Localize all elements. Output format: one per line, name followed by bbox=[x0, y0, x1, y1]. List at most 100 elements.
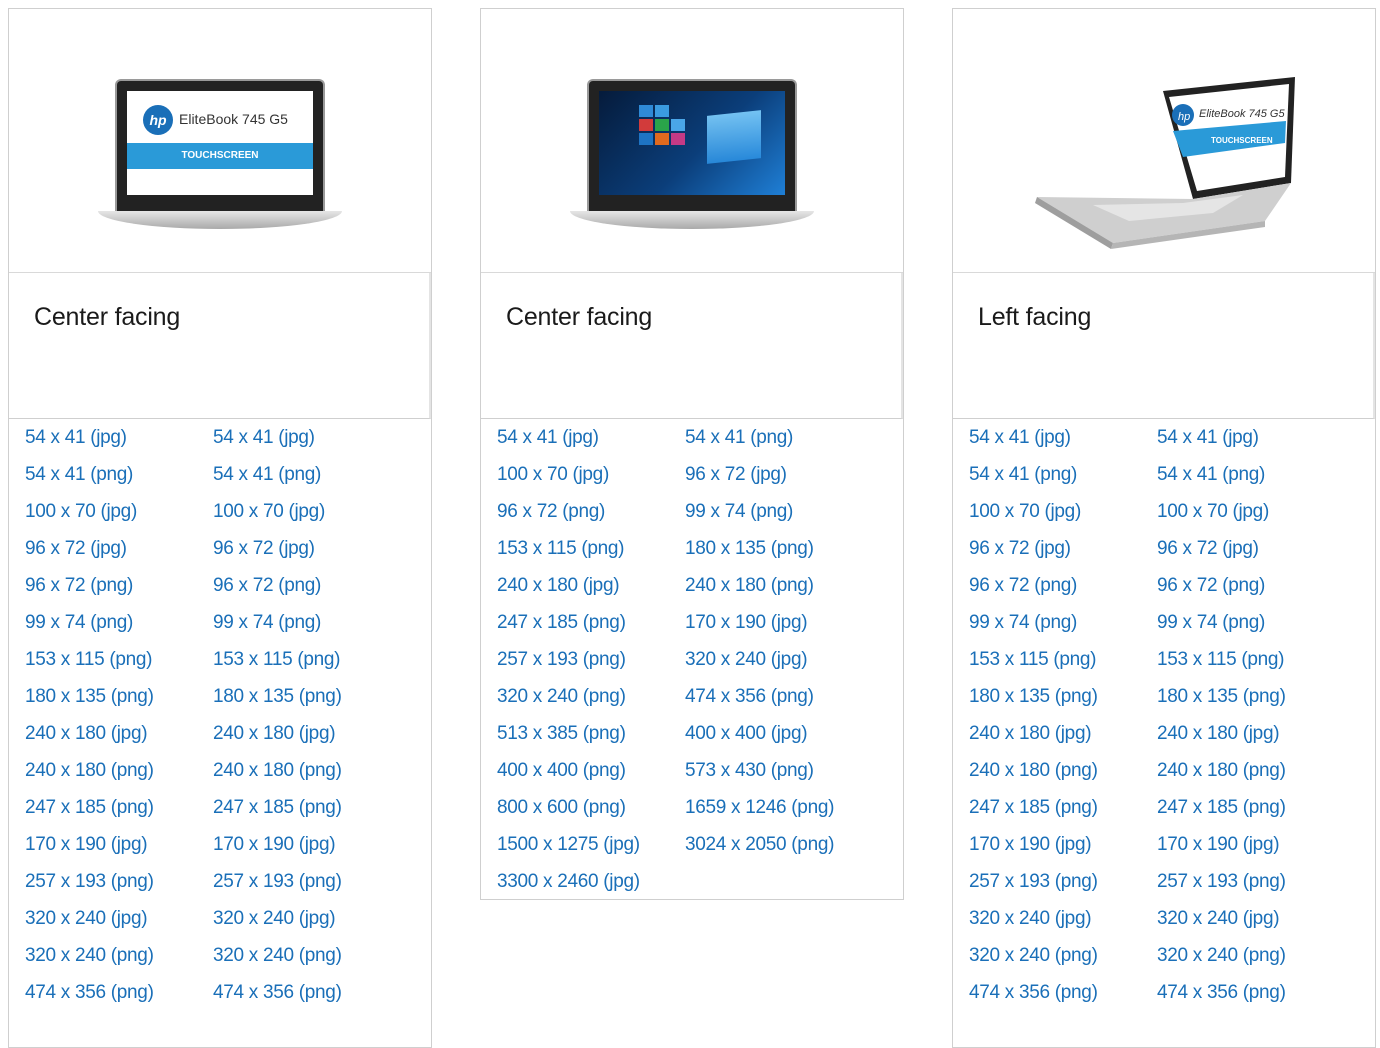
download-link[interactable]: 247 x 185 (png) bbox=[213, 797, 342, 819]
download-link[interactable]: 99 x 74 (png) bbox=[1157, 612, 1265, 634]
download-link[interactable]: 54 x 41 (png) bbox=[213, 464, 321, 486]
download-link[interactable]: 153 x 115 (png) bbox=[497, 538, 624, 560]
download-link[interactable]: 99 x 74 (png) bbox=[213, 612, 321, 634]
download-link[interactable]: 474 x 356 (png) bbox=[25, 982, 154, 1004]
caption-area: Center facing bbox=[481, 273, 903, 419]
hp-logo-icon: hp bbox=[143, 105, 173, 135]
caption-area: Center facing bbox=[9, 273, 431, 419]
download-link[interactable]: 240 x 180 (jpg) bbox=[213, 723, 336, 745]
download-link[interactable]: 96 x 72 (jpg) bbox=[685, 464, 787, 486]
download-link[interactable]: 180 x 135 (png) bbox=[685, 538, 814, 560]
download-link[interactable]: 257 x 193 (png) bbox=[213, 871, 342, 893]
download-link[interactable]: 54 x 41 (png) bbox=[25, 464, 133, 486]
download-link[interactable]: 474 x 356 (png) bbox=[969, 982, 1098, 1004]
download-link[interactable]: 320 x 240 (png) bbox=[25, 945, 154, 967]
download-link[interactable]: 54 x 41 (jpg) bbox=[1157, 427, 1259, 449]
download-link[interactable]: 240 x 180 (jpg) bbox=[25, 723, 148, 745]
download-link[interactable]: 170 x 190 (jpg) bbox=[213, 834, 336, 856]
download-link[interactable]: 180 x 135 (png) bbox=[25, 686, 154, 708]
download-link[interactable]: 400 x 400 (png) bbox=[497, 760, 626, 782]
download-link[interactable]: 240 x 180 (jpg) bbox=[969, 723, 1092, 745]
download-link[interactable]: 153 x 115 (png) bbox=[25, 649, 152, 671]
download-link[interactable]: 1659 x 1246 (png) bbox=[685, 797, 834, 819]
download-link[interactable]: 240 x 180 (jpg) bbox=[497, 575, 620, 597]
product-thumbnail[interactable]: hp EliteBook 745 G5 TOUCHSCREEN bbox=[9, 9, 431, 273]
download-link[interactable]: 96 x 72 (jpg) bbox=[1157, 538, 1259, 560]
download-link[interactable]: 320 x 240 (jpg) bbox=[25, 908, 148, 930]
download-link[interactable]: 96 x 72 (png) bbox=[1157, 575, 1265, 597]
download-link[interactable]: 240 x 180 (png) bbox=[213, 760, 342, 782]
download-link[interactable]: 99 x 74 (png) bbox=[969, 612, 1077, 634]
download-link[interactable]: 100 x 70 (jpg) bbox=[25, 501, 137, 523]
download-link[interactable]: 320 x 240 (jpg) bbox=[685, 649, 808, 671]
download-link[interactable]: 54 x 41 (png) bbox=[685, 427, 793, 449]
download-link[interactable]: 54 x 41 (png) bbox=[1157, 464, 1265, 486]
download-link[interactable]: 54 x 41 (jpg) bbox=[213, 427, 315, 449]
download-link[interactable]: 247 x 185 (png) bbox=[497, 612, 626, 634]
download-link[interactable]: 54 x 41 (jpg) bbox=[25, 427, 127, 449]
download-link[interactable]: 153 x 115 (png) bbox=[1157, 649, 1284, 671]
download-link[interactable]: 180 x 135 (png) bbox=[1157, 686, 1286, 708]
download-link[interactable]: 240 x 180 (png) bbox=[685, 575, 814, 597]
download-link[interactable]: 320 x 240 (png) bbox=[1157, 945, 1286, 967]
download-link[interactable]: 240 x 180 (png) bbox=[25, 760, 154, 782]
download-link[interactable]: 320 x 240 (png) bbox=[213, 945, 342, 967]
download-link[interactable]: 96 x 72 (png) bbox=[213, 575, 321, 597]
download-link[interactable]: 320 x 240 (png) bbox=[969, 945, 1098, 967]
download-link[interactable]: 180 x 135 (png) bbox=[969, 686, 1098, 708]
download-link[interactable]: 99 x 74 (png) bbox=[25, 612, 133, 634]
download-link[interactable]: 474 x 356 (png) bbox=[1157, 982, 1286, 1004]
download-link[interactable]: 1500 x 1275 (jpg) bbox=[497, 834, 640, 856]
download-link[interactable]: 99 x 74 (png) bbox=[685, 501, 793, 523]
product-thumbnail[interactable] bbox=[481, 9, 903, 273]
download-link[interactable]: 96 x 72 (png) bbox=[497, 501, 605, 523]
download-link[interactable]: 247 x 185 (png) bbox=[969, 797, 1098, 819]
download-link[interactable]: 180 x 135 (png) bbox=[213, 686, 342, 708]
download-link[interactable]: 320 x 240 (jpg) bbox=[969, 908, 1092, 930]
download-link[interactable]: 240 x 180 (png) bbox=[1157, 760, 1286, 782]
download-link[interactable]: 474 x 356 (png) bbox=[213, 982, 342, 1004]
download-link[interactable]: 257 x 193 (png) bbox=[969, 871, 1098, 893]
download-link[interactable]: 513 x 385 (png) bbox=[497, 723, 626, 745]
download-link[interactable]: 100 x 70 (jpg) bbox=[213, 501, 325, 523]
download-link[interactable]: 100 x 70 (jpg) bbox=[497, 464, 609, 486]
download-link[interactable]: 257 x 193 (png) bbox=[1157, 871, 1286, 893]
download-link[interactable]: 153 x 115 (png) bbox=[213, 649, 340, 671]
download-link[interactable]: 170 x 190 (jpg) bbox=[969, 834, 1092, 856]
svg-text:hp: hp bbox=[1178, 111, 1190, 123]
download-link[interactable]: 96 x 72 (png) bbox=[969, 575, 1077, 597]
caption-title: Center facing bbox=[506, 303, 653, 331]
download-link[interactable]: 240 x 180 (jpg) bbox=[1157, 723, 1280, 745]
laptop-front-touchscreen-icon: hp EliteBook 745 G5 TOUCHSCREEN bbox=[98, 79, 342, 229]
download-link[interactable]: 240 x 180 (png) bbox=[969, 760, 1098, 782]
download-link[interactable]: 320 x 240 (jpg) bbox=[213, 908, 336, 930]
product-card-center-facing-2: Center facing 54 x 41 (jpg) 54 x 41 (png)… bbox=[480, 8, 904, 900]
download-link[interactable]: 3300 x 2460 (jpg) bbox=[497, 871, 640, 893]
product-card-left-facing: hp EliteBook 745 G5 TOUCHSCREEN Left fac… bbox=[952, 8, 1376, 1048]
download-link[interactable]: 800 x 600 (png) bbox=[497, 797, 626, 819]
download-link[interactable]: 96 x 72 (jpg) bbox=[213, 538, 315, 560]
download-link[interactable]: 153 x 115 (png) bbox=[969, 649, 1096, 671]
download-link[interactable]: 54 x 41 (jpg) bbox=[497, 427, 599, 449]
download-link[interactable]: 247 x 185 (png) bbox=[25, 797, 154, 819]
download-link[interactable]: 320 x 240 (jpg) bbox=[1157, 908, 1280, 930]
download-link[interactable]: 54 x 41 (png) bbox=[969, 464, 1077, 486]
download-link[interactable]: 247 x 185 (png) bbox=[1157, 797, 1286, 819]
download-link[interactable]: 400 x 400 (jpg) bbox=[685, 723, 808, 745]
download-link[interactable]: 170 x 190 (jpg) bbox=[1157, 834, 1280, 856]
download-link[interactable]: 100 x 70 (jpg) bbox=[1157, 501, 1269, 523]
download-link[interactable]: 573 x 430 (png) bbox=[685, 760, 814, 782]
download-link[interactable]: 3024 x 2050 (png) bbox=[685, 834, 834, 856]
download-link[interactable]: 54 x 41 (jpg) bbox=[969, 427, 1071, 449]
download-link[interactable]: 474 x 356 (png) bbox=[685, 686, 814, 708]
download-link[interactable]: 96 x 72 (png) bbox=[25, 575, 133, 597]
download-link[interactable]: 96 x 72 (jpg) bbox=[25, 538, 127, 560]
download-link[interactable]: 257 x 193 (png) bbox=[25, 871, 154, 893]
product-thumbnail[interactable]: hp EliteBook 745 G5 TOUCHSCREEN bbox=[953, 9, 1375, 273]
download-link[interactable]: 257 x 193 (png) bbox=[497, 649, 626, 671]
download-link[interactable]: 320 x 240 (png) bbox=[497, 686, 626, 708]
download-link[interactable]: 170 x 190 (jpg) bbox=[685, 612, 808, 634]
download-link[interactable]: 170 x 190 (jpg) bbox=[25, 834, 148, 856]
download-link[interactable]: 100 x 70 (jpg) bbox=[969, 501, 1081, 523]
download-link[interactable]: 96 x 72 (jpg) bbox=[969, 538, 1071, 560]
